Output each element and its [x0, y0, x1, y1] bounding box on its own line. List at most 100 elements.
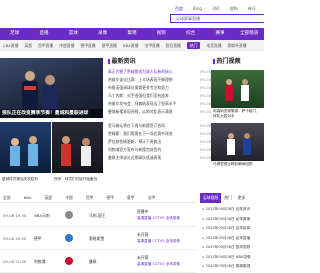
search-tab-baidu[interactable]: 百度 [170, 5, 188, 12]
side-list-item[interactable]: 2025年09月08日 足球直播 [200, 234, 264, 244]
match-row[interactable]: 09-08 20:00 德甲 奥格斯堡 未开赛 高清直播 CCTV5 全场录像 [0, 228, 196, 250]
subnav-item[interactable]: NBA直播 [123, 40, 139, 51]
match-team-b: 曼联 [89, 259, 97, 264]
schedule-tab[interactable]: 德甲 [103, 193, 114, 202]
search-tab-sogou[interactable]: 搜狗 [225, 5, 243, 12]
hot-videos: 热门视频 阿森纳进球集锦：萨卡破门，球队大胜对手 马德里德比精彩瞬间回顾 [211, 57, 264, 168]
schedule-tab[interactable]: NBA [21, 193, 32, 202]
thumb-image[interactable] [52, 122, 103, 173]
thumb-grid [0, 122, 103, 182]
match-links[interactable]: 高清直播 CCTV5 全场录像 [137, 239, 180, 244]
thumb-caption[interactable]: 西甲：球员们已经开始备战 [54, 177, 97, 182]
subnav-item[interactable]: 欧冠直播 [166, 40, 181, 51]
match-team-a: 利物浦 [34, 259, 46, 264]
match-team-b: 奥格斯堡 [89, 236, 105, 241]
video-thumbnail[interactable] [211, 123, 264, 161]
video-thumbnail[interactable] [211, 70, 264, 108]
match-time: 09-08 20:00 [3, 236, 27, 241]
news-item[interactable]: 萨拉赫伤情更新，预计下周复出 09-08 [108, 138, 211, 146]
news-item[interactable]: 真正代替了詹姆斯成为湖人队新的核心 09-08 [108, 68, 211, 76]
subnav-item[interactable]: 意甲直播 [102, 40, 117, 51]
news-item[interactable]: 皇马确认将在下周与新援签订合同 09-08 [108, 122, 211, 130]
match-team-a: NBA马刺 [34, 213, 50, 218]
video-caption[interactable]: 阿森纳进球集锦：萨卡破门，球队大胜对手 [211, 108, 264, 120]
nav-item-all-channels[interactable]: 全部频道 [235, 28, 264, 40]
match-team-b: 马刺-国王 [89, 213, 106, 218]
search-engine-tabs: 百度 Bing 360 搜狗 神马 [170, 5, 261, 12]
main-nav: 足球 直播 篮球 录像 集锦 视频 综合 赛事 全部频道 [0, 28, 264, 40]
subnav-item[interactable]: 西甲直播 [38, 40, 53, 51]
nav-item-football[interactable]: 足球 [0, 28, 29, 40]
schedule-tab[interactable]: 英超 [42, 193, 53, 202]
team-logo-icon [65, 211, 73, 219]
side-list-item[interactable]: 2025年09月08日 足球资讯 [200, 205, 264, 215]
side-tabs: 足球视频 热门 更多 [200, 193, 264, 203]
match-time: 09-08 21:30 [3, 259, 27, 264]
nav-item-basketball[interactable]: 篮球 [59, 28, 88, 40]
video-caption[interactable]: 马德里德比精彩瞬间回顾 [211, 161, 264, 168]
schedule-tab[interactable]: 意甲 [124, 193, 135, 202]
side-list-item[interactable]: 2025年09月08日 足球新闻 [200, 224, 264, 234]
nav-item-highlights[interactable]: 集锦 [117, 28, 146, 40]
news-section-title: 最新资讯 [108, 57, 211, 66]
news-list: 真正代替了詹姆斯成为湖人队新的核心 09-08 哈维尔谈论比赛：上半场表现不够理想… [108, 68, 211, 162]
side-list-item[interactable]: 2025年09月08日 足球赛事 [200, 215, 264, 225]
match-links[interactable]: 高清直播 CCTV5 全场录像 [137, 216, 180, 221]
news-item[interactable]: 布鲁诺强调球队需要更多专注和努力 09-08 [108, 84, 211, 92]
nav-item-live[interactable]: 直播 [29, 28, 58, 40]
match-status: 未开赛 [137, 255, 149, 260]
top-bar: 百度 Bing 360 搜狗 神马 足球赛事直播 [0, 0, 264, 28]
news-item[interactable]: 曼城新援表现亮眼，瓜帅对此表示满意 09-08 [108, 108, 211, 116]
side-list-item[interactable]: 2025年09月08日 NBA录像 [200, 253, 264, 263]
search-input[interactable]: 足球赛事直播 [170, 14, 264, 23]
match-team-a: 德甲 [34, 236, 42, 241]
match-row[interactable]: 09-08 19:30 NBA马刺 马刺-国王 直播中 高清直播 CCTV5 全… [0, 205, 196, 227]
team-logo-icon [65, 257, 73, 265]
nav-item-video[interactable]: 视频 [147, 28, 176, 40]
subnav-item-hot[interactable]: 热门 [186, 42, 201, 49]
search-tab-360[interactable]: 360 [207, 5, 225, 12]
team-logo-icon [65, 234, 73, 242]
subnav-item[interactable]: 欧联杯直播 [228, 40, 247, 51]
news-item[interactable]: 哈维尔发布会：阿森纳表现出了很高水平 09-08 [108, 100, 211, 108]
side-list-item[interactable]: 2025年09月08日 篮球视频 [200, 243, 264, 253]
side-tab-more[interactable]: 更多 [235, 193, 249, 203]
hero-caption[interactable]: 狼队正在改变赛季节奏！曼城和曼联进球 [0, 109, 103, 118]
logo-area [0, 0, 170, 28]
match-time: 09-08 19:30 [3, 213, 27, 218]
nav-item-general[interactable]: 综合 [176, 28, 205, 40]
side-list-item[interactable]: 2025年09月08日 赛事集锦 [200, 262, 264, 272]
thumb-caption[interactable]: 曼城球员赛后庆祝胜利 [2, 177, 38, 182]
news-item[interactable]: 马丁内斯：对手很强但我们没有放弃 09-08 [108, 92, 211, 100]
schedule-tab[interactable]: 法甲 [145, 193, 156, 202]
news-item[interactable]: 利物浦官方宣布与新援完成签约 09-08 [108, 146, 211, 154]
subnav-item[interactable]: 中超直播 [59, 40, 74, 51]
schedule-tab[interactable]: 西甲 [83, 193, 94, 202]
nav-item-replay[interactable]: 录像 [88, 28, 117, 40]
match-status: 直播中 [137, 209, 149, 214]
news-item[interactable]: 哈维尔谈论比赛：上半场表现不够理想 09-08 [108, 76, 211, 84]
news-item[interactable]: 詹姆斯：我们需要在下一场比赛中改进 09-08 [108, 130, 211, 138]
match-links[interactable]: 高清直播 CCTV5 全场录像 [137, 262, 180, 267]
news-item[interactable]: 曼联主帅谈论近期球队低迷表现 09-08 [108, 154, 211, 162]
video-players-icon [225, 79, 249, 101]
thumb-image[interactable] [0, 122, 51, 173]
subnav-item[interactable]: 法甲直播 [144, 40, 159, 51]
side-tab-football-video[interactable]: 足球视频 [200, 193, 222, 203]
subnav-item[interactable]: 英超 [24, 40, 32, 51]
schedule-tab[interactable]: 中超 [62, 193, 73, 202]
subnav-item[interactable]: 电竞直播 [206, 40, 221, 51]
subnav-item[interactable]: CBA直播 [3, 40, 18, 51]
schedule-tab[interactable]: 全部 [0, 193, 11, 202]
match-status: 未开赛 [137, 232, 149, 237]
schedule-tabs: 全部 NBA 英超 中超 西甲 德甲 意甲 法甲 [0, 193, 196, 203]
latest-news: 最新资讯 真正代替了詹姆斯成为湖人队新的核心 09-08 哈维尔谈论比赛：上半场表… [108, 57, 211, 162]
sub-nav: CBA直播 英超 西甲直播 中超直播 德甲直播 意甲直播 NBA直播 法甲直播 … [0, 40, 264, 51]
hot-videos-title: 热门视频 [211, 57, 264, 66]
nav-item-events[interactable]: 赛事 [205, 28, 234, 40]
side-tab-hot[interactable]: 热门 [221, 193, 235, 203]
search-tab-bing[interactable]: Bing [188, 5, 207, 12]
thumb-players-icon [10, 136, 38, 166]
subnav-item[interactable]: 德甲直播 [80, 40, 95, 51]
search-tab-shenma[interactable]: 神马 [243, 5, 261, 12]
